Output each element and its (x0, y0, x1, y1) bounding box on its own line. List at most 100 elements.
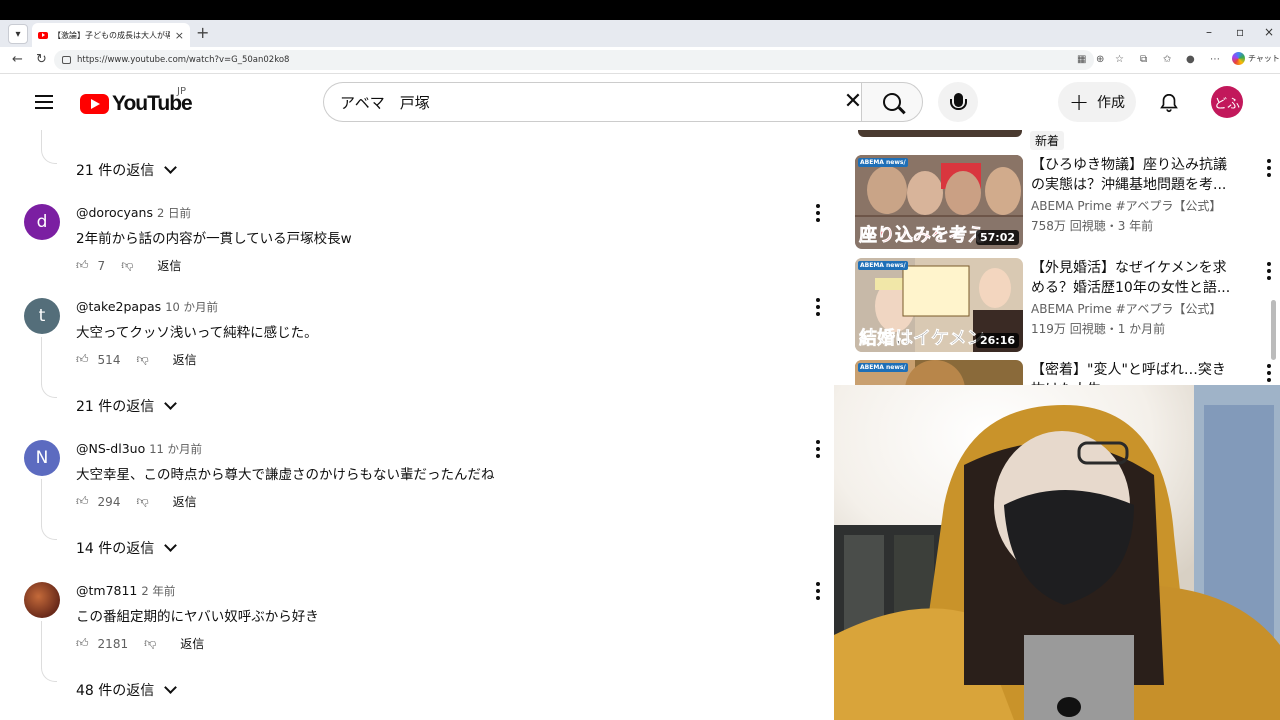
reader-mode-icon[interactable]: ▦ (1077, 54, 1086, 66)
copilot-chat-button[interactable]: チャット (1232, 52, 1280, 65)
related-video-item[interactable]: ABEMA news/ 【密着】"変人"と呼ばれ…突き抜けた人生… (855, 360, 1280, 385)
favorite-star-icon[interactable]: ☆ (1115, 54, 1124, 66)
chevron-down-icon (164, 161, 178, 174)
comment-time[interactable]: 10 か月前 (165, 300, 218, 314)
split-screen-icon[interactable]: ⧉ (1140, 54, 1147, 66)
like-icon[interactable]: 👍︎ (76, 258, 89, 273)
related-videos: 新着 ABEMA news/ 座り込みを考え 57:02 【ひろゆき物議】座り込… (834, 130, 1280, 385)
related-video-item[interactable]: ABEMA news/ 結婚はイケメン 26:16 【外見婚活】なぜイケメンを求… (855, 258, 1280, 353)
dislike-icon[interactable]: 👎︎ (136, 352, 148, 367)
comment-menu-icon[interactable] (816, 298, 820, 316)
thread-line (41, 479, 42, 527)
comment-menu-icon[interactable] (816, 204, 820, 222)
account-avatar[interactable]: どふ (1211, 86, 1243, 118)
video-metadata: 119万 回視聴・1 か月前 (1031, 322, 1166, 336)
comment-actions: 👍︎ 2181 👎︎ 返信 (76, 635, 204, 652)
webcam-image (834, 385, 1280, 720)
comment-author[interactable]: @NS-dl3uo (76, 441, 145, 456)
like-icon[interactable]: 👍︎ (76, 494, 89, 509)
replies-toggle-1[interactable]: 21 件の返信 (76, 160, 178, 180)
search-button[interactable] (861, 82, 923, 122)
chevron-down-icon (164, 681, 178, 694)
comment-author[interactable]: @tm7811 (76, 583, 137, 598)
video-menu-icon[interactable] (1267, 159, 1271, 177)
video-title[interactable]: 【ひろゆき物議】座り込み抗議の実態は？沖縄基地問題を考... (1031, 155, 1237, 195)
video-title[interactable]: 【外見婚活】なぜイケメンを求める？婚活歴10年の女性と語... (1031, 258, 1237, 298)
channel-name[interactable]: ABEMA Prime #アベプラ【公式】 (1031, 197, 1221, 214)
comment-time[interactable]: 11 か月前 (149, 442, 202, 456)
voice-search-button[interactable] (938, 82, 978, 122)
dislike-icon[interactable]: 👎︎ (144, 636, 156, 651)
microphone-icon (949, 93, 967, 110)
search-query-text: アベマ 戸塚 (340, 93, 430, 112)
tab-close-icon[interactable]: × (175, 29, 184, 42)
video-duration: 26:16 (975, 333, 1019, 348)
video-thumbnail[interactable]: ABEMA news/ 結婚はイケメン 26:16 (855, 258, 1023, 352)
video-metadata: 758万 回視聴・3 年前 (1031, 219, 1154, 233)
refresh-icon[interactable]: ↻ (36, 52, 47, 68)
reply-button[interactable]: 返信 (173, 493, 197, 510)
replies-count: 21 件の返信 (76, 399, 155, 415)
like-icon[interactable]: 👍︎ (76, 636, 89, 651)
close-window-button[interactable]: × (1264, 24, 1274, 40)
reply-button[interactable]: 返信 (173, 351, 197, 368)
youtube-masthead: YouTube JP アベマ 戸塚 ✕ + 作成 どふ (0, 74, 1280, 130)
comment-time[interactable]: 2 年前 (141, 584, 175, 598)
replies-count: 14 件の返信 (76, 541, 155, 557)
thread-line (41, 337, 42, 385)
comment-avatar[interactable]: t (24, 298, 60, 334)
reply-button[interactable]: 返信 (157, 257, 181, 274)
dislike-icon[interactable]: 👎︎ (136, 494, 148, 509)
page-scrollbar[interactable] (1271, 300, 1276, 360)
comment-author[interactable]: @dorocyans (76, 205, 153, 220)
tab-actions-menu[interactable]: ▾ (8, 24, 28, 44)
dislike-icon[interactable]: 👎︎ (121, 258, 133, 273)
minimize-button[interactable]: – (1206, 24, 1212, 40)
replies-toggle-4[interactable]: 48 件の返信 (76, 680, 178, 700)
chevron-down-icon (164, 539, 178, 552)
profile-icon[interactable]: ● (1186, 54, 1195, 66)
zoom-icon[interactable]: ⊕ (1096, 54, 1104, 66)
notifications-bell-icon[interactable] (1158, 92, 1180, 114)
youtube-logo[interactable]: YouTube JP (80, 86, 193, 116)
tab-title: 【激論】子どもの成長は大人が導く？ꗃ (53, 30, 170, 40)
browser-address-bar: ← ↻ https://www.youtube.com/watch?v=G_50… (0, 47, 1280, 74)
comment-time[interactable]: 2 日前 (157, 206, 191, 220)
plus-icon: + (1068, 88, 1090, 116)
like-icon[interactable]: 👍︎ (76, 352, 89, 367)
comment-text: 大空幸星、この時点から尊大で謙虚さのかけらもない輩だったんだね (76, 467, 495, 483)
video-menu-icon[interactable] (1267, 364, 1271, 382)
replies-toggle-2[interactable]: 21 件の返信 (76, 396, 178, 416)
replies-count: 48 件の返信 (76, 683, 155, 699)
more-menu-icon[interactable]: ⋯ (1210, 54, 1220, 66)
comment-menu-icon[interactable] (816, 440, 820, 458)
related-video-item[interactable]: ABEMA news/ 座り込みを考え 57:02 【ひろゆき物議】座り込み抗議… (855, 155, 1280, 250)
comment-actions: 👍︎ 514 👎︎ 返信 (76, 351, 197, 368)
restore-button[interactable]: ▫ (1236, 24, 1244, 40)
previous-video-thumbnail[interactable] (858, 130, 1022, 137)
comment-avatar[interactable] (24, 582, 60, 618)
guide-menu-icon[interactable] (35, 95, 53, 109)
reply-button[interactable]: 返信 (180, 635, 204, 652)
back-arrow-icon[interactable]: ← (12, 52, 23, 68)
video-menu-icon[interactable] (1267, 262, 1271, 280)
comment-actions: 👍︎ 294 👎︎ 返信 (76, 493, 197, 510)
video-thumbnail[interactable]: ABEMA news/ (855, 360, 1023, 385)
browser-tab-active[interactable]: 【激論】子どもの成長は大人が導く？ꗃ × (32, 23, 190, 47)
comment-menu-icon[interactable] (816, 582, 820, 600)
comment-avatar[interactable]: N (24, 440, 60, 476)
video-title[interactable]: 【密着】"変人"と呼ばれ…突き抜けた人生… (1031, 360, 1237, 385)
comment-text: 2年前から話の内容が一貫している戸塚校長w (76, 231, 352, 247)
create-button[interactable]: + 作成 (1058, 82, 1136, 122)
search-input[interactable]: アベマ 戸塚 ✕ (323, 82, 873, 122)
site-info-icon[interactable] (62, 56, 71, 64)
url-field[interactable]: https://www.youtube.com/watch?v=G_50an02… (54, 50, 1094, 70)
channel-name[interactable]: ABEMA Prime #アベプラ【公式】 (1031, 300, 1221, 317)
video-thumbnail[interactable]: ABEMA news/ 座り込みを考え 57:02 (855, 155, 1023, 249)
youtube-play-icon (80, 94, 109, 114)
new-tab-button[interactable]: + (196, 24, 209, 42)
comment-avatar[interactable]: d (24, 204, 60, 240)
comment-author[interactable]: @take2papas (76, 299, 161, 314)
favorites-icon[interactable]: ✩ (1163, 54, 1171, 66)
replies-toggle-3[interactable]: 14 件の返信 (76, 538, 178, 558)
